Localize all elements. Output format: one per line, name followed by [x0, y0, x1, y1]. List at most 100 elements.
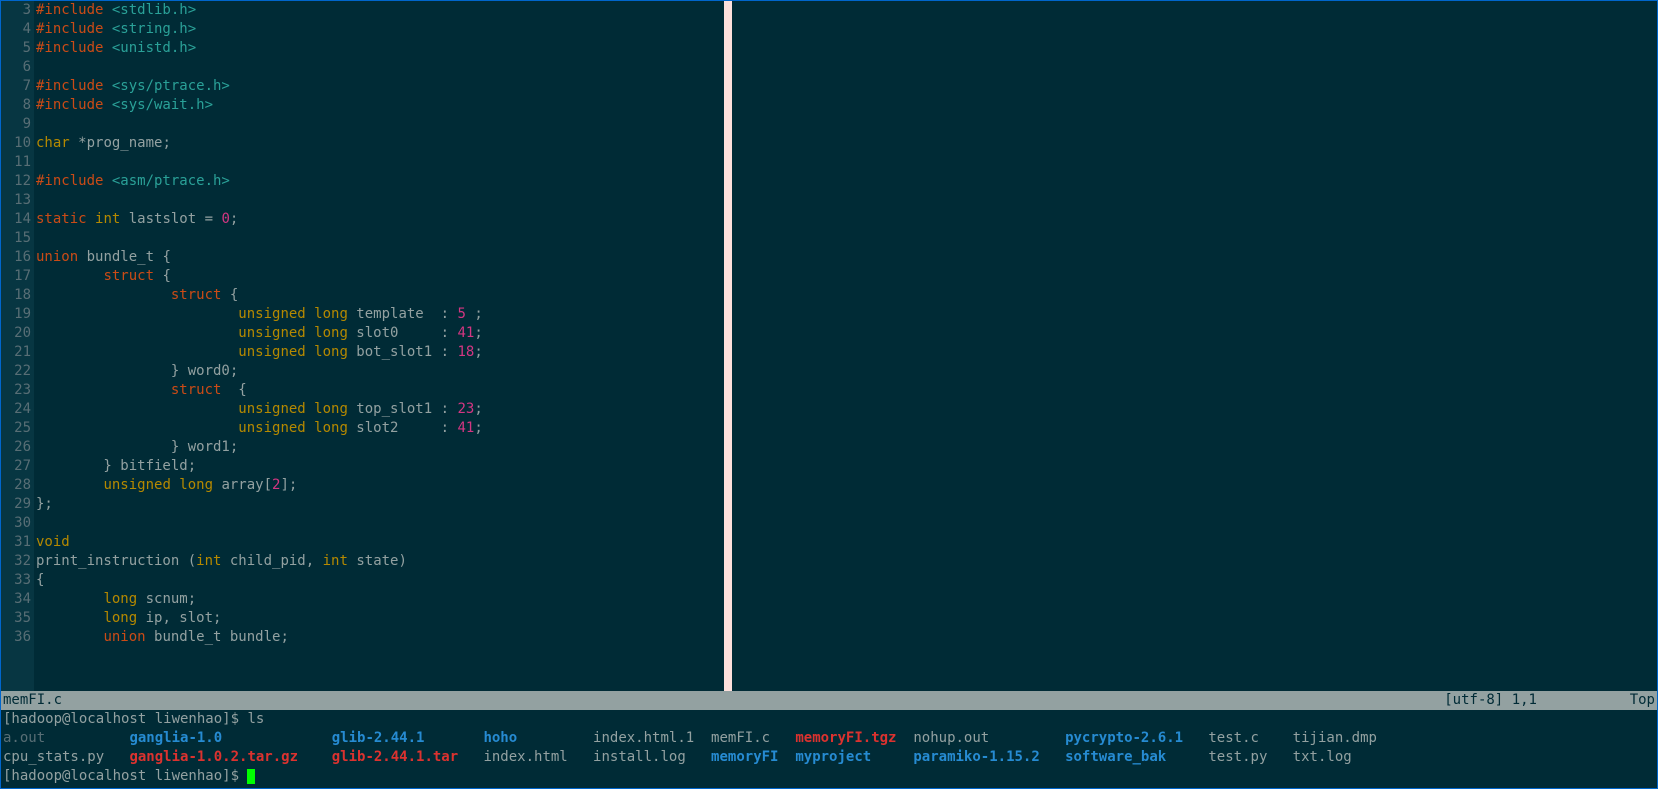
code-line[interactable]: unsigned long slot0 : 41; — [36, 324, 1657, 343]
code-line[interactable]: struct { — [36, 286, 1657, 305]
ls-entry: glib-2.44.1.tar — [332, 749, 484, 765]
line-number-gutter: 3456789101112131415161718192021222324252… — [1, 1, 34, 691]
line-number: 6 — [1, 58, 31, 77]
code-line[interactable]: }; — [36, 495, 1657, 514]
ls-entry: a.out — [3, 730, 129, 746]
vim-status-bar: memFI.c [utf-8] 1,1 Top — [1, 691, 1657, 710]
line-number: 24 — [1, 400, 31, 419]
code-line[interactable]: long scnum; — [36, 590, 1657, 609]
line-number: 27 — [1, 457, 31, 476]
ls-entry: software_bak — [1065, 749, 1208, 765]
code-line[interactable]: print_instruction (int child_pid, int st… — [36, 552, 1657, 571]
code-line[interactable]: unsigned long top_slot1 : 23; — [36, 400, 1657, 419]
code-line[interactable]: static int lastslot = 0; — [36, 210, 1657, 229]
code-line[interactable]: long ip, slot; — [36, 609, 1657, 628]
code-line[interactable]: } word1; — [36, 438, 1657, 457]
line-number: 31 — [1, 533, 31, 552]
code-line[interactable]: { — [36, 571, 1657, 590]
line-number: 29 — [1, 495, 31, 514]
line-number: 21 — [1, 343, 31, 362]
terminal-line: [hadoop@localhost liwenhao]$ ls — [3, 710, 1655, 729]
line-number: 22 — [1, 362, 31, 381]
code-area[interactable]: #include <stdlib.h>#include <string.h>#i… — [34, 1, 1657, 691]
line-number: 11 — [1, 153, 31, 172]
code-line[interactable] — [36, 514, 1657, 533]
line-number: 9 — [1, 115, 31, 134]
line-number: 34 — [1, 590, 31, 609]
terminal-cursor — [247, 769, 255, 784]
code-line[interactable]: unsigned long bot_slot1 : 18; — [36, 343, 1657, 362]
shell-prompt: [hadoop@localhost liwenhao]$ — [3, 768, 247, 784]
code-line[interactable] — [36, 191, 1657, 210]
code-line[interactable]: #include <sys/wait.h> — [36, 96, 1657, 115]
ls-entry: ganglia-1.0 — [129, 730, 331, 746]
line-number: 12 — [1, 172, 31, 191]
ls-entry: txt.log — [1293, 749, 1352, 765]
ls-entry: tijian.dmp — [1293, 730, 1377, 746]
editor-pane[interactable]: 3456789101112131415161718192021222324252… — [1, 1, 1657, 691]
code-line[interactable]: #include <sys/ptrace.h> — [36, 77, 1657, 96]
code-line[interactable] — [36, 229, 1657, 248]
line-number: 30 — [1, 514, 31, 533]
shell-command: ls — [247, 711, 264, 727]
line-number: 16 — [1, 248, 31, 267]
code-line[interactable]: } bitfield; — [36, 457, 1657, 476]
line-number: 18 — [1, 286, 31, 305]
line-number: 23 — [1, 381, 31, 400]
ls-entry: memFI.c — [711, 730, 795, 746]
ls-entry: index.html.1 — [593, 730, 711, 746]
code-line[interactable]: #include <stdlib.h> — [36, 1, 1657, 20]
code-line[interactable]: union bundle_t { — [36, 248, 1657, 267]
code-line[interactable]: unsigned long array[2]; — [36, 476, 1657, 495]
line-number: 35 — [1, 609, 31, 628]
color-column — [724, 1, 732, 691]
line-number: 33 — [1, 571, 31, 590]
status-filename: memFI.c — [3, 691, 1444, 710]
terminal-line: [hadoop@localhost liwenhao]$ — [3, 767, 1655, 786]
line-number: 10 — [1, 134, 31, 153]
code-line[interactable] — [36, 153, 1657, 172]
ls-entry: cpu_stats.py — [3, 749, 129, 765]
code-line[interactable]: #include <asm/ptrace.h> — [36, 172, 1657, 191]
code-line[interactable]: struct { — [36, 267, 1657, 286]
line-number: 13 — [1, 191, 31, 210]
status-right: [utf-8] 1,1 Top — [1444, 691, 1655, 710]
ls-output-row: a.out ganglia-1.0 glib-2.44.1 hoho index… — [3, 729, 1655, 748]
ls-entry: ganglia-1.0.2.tar.gz — [129, 749, 331, 765]
ls-entry: myproject — [795, 749, 913, 765]
code-line[interactable] — [36, 58, 1657, 77]
terminal-output[interactable]: [hadoop@localhost liwenhao]$ ls a.out ga… — [1, 710, 1657, 788]
line-number: 28 — [1, 476, 31, 495]
shell-prompt: [hadoop@localhost liwenhao]$ — [3, 711, 247, 727]
code-line[interactable]: unsigned long slot2 : 41; — [36, 419, 1657, 438]
ls-entry: hoho — [483, 730, 593, 746]
line-number: 14 — [1, 210, 31, 229]
ls-entry: test.c — [1208, 730, 1292, 746]
line-number: 32 — [1, 552, 31, 571]
ls-entry: glib-2.44.1 — [332, 730, 484, 746]
line-number: 20 — [1, 324, 31, 343]
line-number: 19 — [1, 305, 31, 324]
line-number: 7 — [1, 77, 31, 96]
ls-entry: nohup.out — [913, 730, 1065, 746]
code-line[interactable]: unsigned long template : 5 ; — [36, 305, 1657, 324]
vim-window: 3456789101112131415161718192021222324252… — [0, 0, 1658, 789]
code-line[interactable] — [36, 115, 1657, 134]
line-number: 25 — [1, 419, 31, 438]
code-line[interactable]: union bundle_t bundle; — [36, 628, 1657, 647]
code-line[interactable]: } word0; — [36, 362, 1657, 381]
ls-entry: paramiko-1.15.2 — [913, 749, 1065, 765]
code-line[interactable]: void — [36, 533, 1657, 552]
line-number: 3 — [1, 1, 31, 20]
line-number: 5 — [1, 39, 31, 58]
line-number: 36 — [1, 628, 31, 647]
ls-entry: pycrypto-2.6.1 — [1065, 730, 1208, 746]
ls-entry: memoryFI.tgz — [795, 730, 913, 746]
ls-entry: install.log — [593, 749, 711, 765]
ls-entry: test.py — [1208, 749, 1292, 765]
code-line[interactable]: char *prog_name; — [36, 134, 1657, 153]
ls-entry: memoryFI — [711, 749, 795, 765]
code-line[interactable]: #include <string.h> — [36, 20, 1657, 39]
code-line[interactable]: struct { — [36, 381, 1657, 400]
code-line[interactable]: #include <unistd.h> — [36, 39, 1657, 58]
